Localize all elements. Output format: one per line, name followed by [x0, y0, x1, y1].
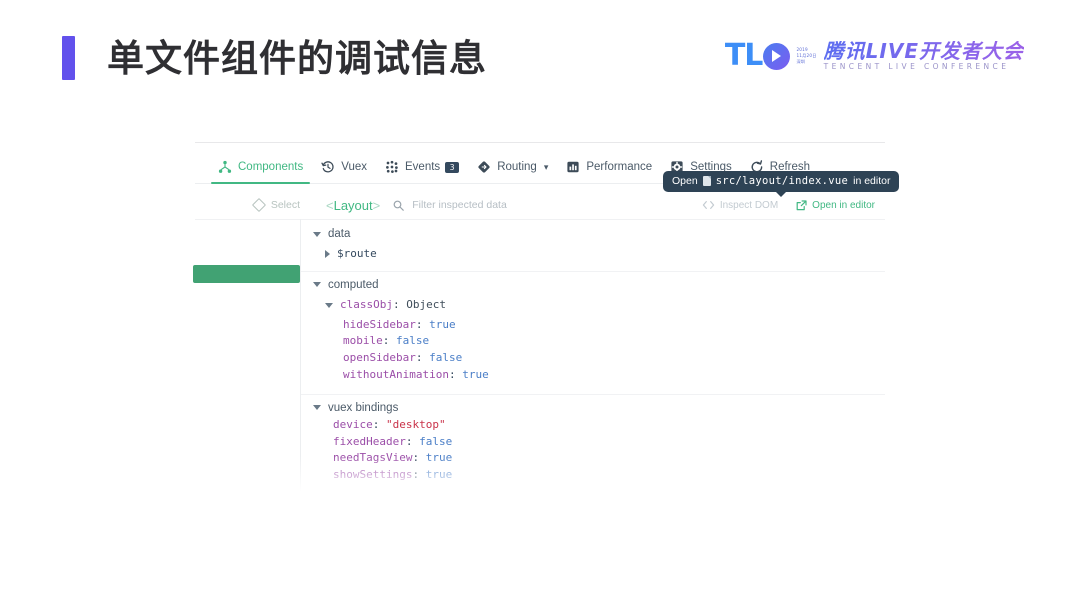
code-brackets-icon — [702, 200, 715, 210]
row-hidesidebar: hideSidebar: true — [301, 317, 885, 334]
chevron-down-icon[interactable] — [313, 282, 321, 288]
row-classobj[interactable]: classObj: Object — [301, 294, 885, 317]
section-computed[interactable]: computed — [301, 270, 885, 294]
row-mobile: mobile: false — [301, 333, 885, 350]
row-route-label: $route — [337, 247, 377, 260]
tree-row-selected[interactable] — [193, 265, 300, 283]
tab-vuex[interactable]: Vuex — [312, 151, 376, 183]
panel-top-divider — [195, 142, 885, 143]
mobile-value: false — [396, 334, 430, 348]
tlc-logo-play-icon — [763, 42, 791, 70]
filter-input[interactable]: Filter inspected data — [412, 199, 507, 211]
section-vuex-bindings[interactable]: vuex bindings — [301, 393, 885, 417]
row-withoutanimation: withoutAnimation: true — [301, 367, 885, 384]
tab-events[interactable]: Events 3 — [376, 151, 468, 183]
subbar-actions: Inspect DOM Open in editor — [684, 200, 885, 211]
external-link-icon — [796, 199, 807, 211]
chevron-down-icon[interactable] — [313, 231, 321, 237]
row-device: device: "desktop" — [301, 417, 885, 434]
fixedheader-value: false — [419, 434, 453, 448]
component-tree-column[interactable] — [193, 219, 301, 502]
device-key: device — [333, 417, 373, 431]
search-icon — [393, 200, 405, 211]
classobj-type: Object — [406, 297, 446, 311]
open-in-editor-label: Open in editor — [812, 199, 875, 211]
needtagsview-key: needTagsView — [333, 451, 413, 465]
select-target-icon — [251, 197, 266, 213]
tab-performance[interactable]: Performance — [557, 151, 661, 183]
device-value: "desktop" — [386, 417, 446, 431]
slide-header: 单文件组件的调试信息 TL 2019 11月20日 深圳 腾讯LIVE开发者大会… — [0, 0, 1080, 110]
tooltip-file-path: src/layout/index.vue — [715, 175, 849, 187]
row-classobj-content: classObj: Object — [340, 297, 446, 314]
logo-date-city: 深圳 — [796, 59, 806, 65]
tooltip-prefix: Open — [672, 175, 698, 187]
opensidebar-key: openSidebar — [343, 351, 416, 365]
tlc-logo-mark: TL — [725, 41, 791, 71]
opensidebar-value: false — [429, 351, 463, 365]
showsettings-value: true — [425, 468, 453, 482]
classobj-key: classObj — [340, 297, 393, 311]
page-title-text: 单文件组件的调试信息 — [107, 37, 487, 79]
file-icon — [702, 176, 711, 186]
page-title: 单文件组件的调试信息 — [62, 36, 487, 80]
tab-components[interactable]: Components — [209, 151, 312, 184]
showsettings-key: showSettings — [333, 468, 413, 482]
withoutanimation-key: withoutAnimation — [343, 367, 449, 381]
title-accent-bar — [62, 36, 75, 80]
section-data[interactable]: data — [301, 225, 885, 243]
events-count-badge: 3 — [445, 161, 460, 173]
chevron-down-icon[interactable] — [313, 405, 321, 411]
selected-component-label: Layout — [333, 197, 373, 213]
tab-vuex-label: Vuex — [341, 161, 368, 173]
logo-date-block: 2019 11月20日 深圳 — [796, 47, 816, 65]
filter-inspected-data[interactable]: Filter inspected data — [393, 199, 507, 211]
select-component-button[interactable]: Select — [195, 197, 312, 213]
tab-routing[interactable]: Routing ▾ — [468, 151, 557, 183]
section-computed-label: computed — [328, 278, 379, 291]
inspect-dom-button[interactable]: Inspect DOM — [702, 200, 778, 211]
tab-routing-label: Routing — [497, 161, 537, 173]
inspected-data-column: data $route computed classObj: Object hi… — [301, 219, 885, 502]
history-clock-icon — [321, 160, 335, 174]
performance-bars-icon — [566, 160, 580, 174]
row-opensidebar: openSidebar: false — [301, 350, 885, 367]
inspect-dom-label: Inspect DOM — [719, 199, 779, 211]
tab-performance-label: Performance — [586, 161, 653, 173]
routing-diamond-icon — [477, 160, 491, 174]
row-route[interactable]: $route — [301, 243, 885, 266]
tlc-logo: TL 2019 11月20日 深圳 腾讯LIVE开发者大会 TENCENT LI… — [725, 33, 1024, 79]
section-vuex-bindings-label: vuex bindings — [328, 401, 399, 414]
select-label: Select — [270, 199, 300, 211]
open-in-editor-tooltip: Open src/layout/index.vue in editor — [663, 171, 900, 197]
logo-english-name: TENCENT LIVE CONFERENCE — [823, 62, 1010, 71]
hidesidebar-value: true — [429, 317, 456, 331]
section-data-label: data — [328, 228, 351, 240]
selected-component-name: <Layout> — [326, 197, 381, 213]
tab-components-label: Components — [238, 161, 304, 173]
open-in-editor-button[interactable]: Open in editor — [796, 200, 875, 211]
row-fixedheader: fixedHeader: false — [301, 434, 885, 451]
chevron-right-icon[interactable] — [325, 250, 330, 259]
logo-chinese-name: 腾讯LIVE开发者大会 — [823, 39, 1024, 63]
fixedheader-key: fixedHeader — [333, 434, 406, 448]
tab-events-label: Events — [405, 161, 441, 173]
hidesidebar-key: hideSidebar — [343, 317, 416, 331]
vue-devtools-panel: Components Vuex Events 3 Routing ▾ Perfo… — [193, 142, 900, 502]
needtagsview-value: true — [425, 451, 453, 465]
row-showsettings: showSettings: true — [301, 467, 885, 484]
mobile-key: mobile — [343, 334, 383, 348]
events-dots-icon — [385, 160, 399, 174]
tooltip-suffix: in editor — [853, 175, 891, 187]
logo-text-block: 腾讯LIVE开发者大会 TENCENT LIVE CONFERENCE — [823, 39, 1024, 72]
chevron-down-icon[interactable]: ▾ — [544, 162, 549, 173]
row-needtagsview: needTagsView: true — [301, 450, 885, 467]
chevron-down-icon[interactable] — [325, 302, 333, 308]
tlc-logo-letters: TL — [724, 38, 764, 73]
withoutanimation-value: true — [462, 367, 489, 381]
components-tree-icon — [218, 160, 232, 174]
